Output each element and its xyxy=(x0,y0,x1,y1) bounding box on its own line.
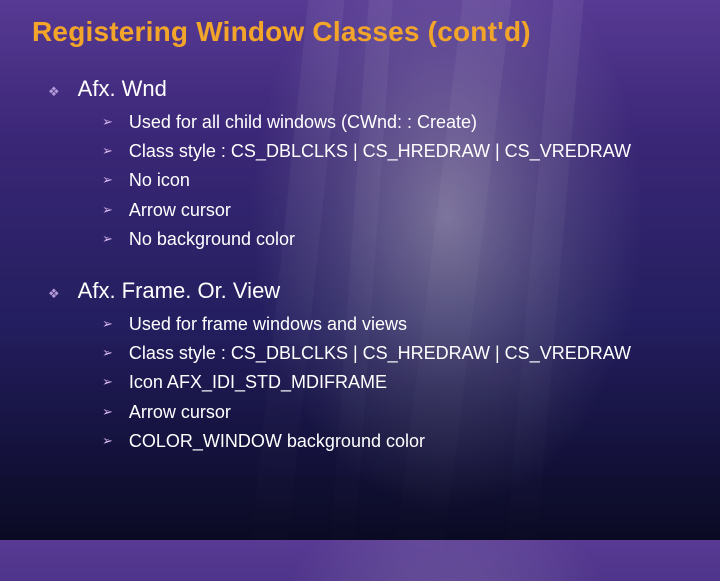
chevron-icon: ➢ xyxy=(102,203,113,216)
list-item-label: No icon xyxy=(129,168,190,193)
list-item: ➢ Class style : CS_DBLCLKS | CS_HREDRAW |… xyxy=(102,341,688,366)
list-item: ➢ No icon xyxy=(102,168,688,193)
list-item-label: Class style : CS_DBLCLKS | CS_HREDRAW | … xyxy=(129,139,631,164)
page-title: Registering Window Classes (cont'd) xyxy=(32,16,688,48)
section-title: Afx. Frame. Or. View xyxy=(78,278,281,304)
list-item: ➢ Used for all child windows (CWnd: : Cre… xyxy=(102,110,688,135)
list-item-label: Used for frame windows and views xyxy=(129,312,407,337)
list-item-label: COLOR_WINDOW background color xyxy=(129,429,425,454)
slide: Registering Window Classes (cont'd) ❖ Af… xyxy=(0,0,720,540)
chevron-icon: ➢ xyxy=(102,317,113,330)
section-afxframeorview: ❖ Afx. Frame. Or. View ➢ Used for frame w… xyxy=(32,278,688,454)
list-item-label: Arrow cursor xyxy=(129,198,231,223)
list-item-label: Class style : CS_DBLCLKS | CS_HREDRAW | … xyxy=(129,341,631,366)
list-item-label: Used for all child windows (CWnd: : Crea… xyxy=(129,110,477,135)
list-item: ➢ COLOR_WINDOW background color xyxy=(102,429,688,454)
sub-list: ➢ Used for all child windows (CWnd: : Cre… xyxy=(102,110,688,252)
section-afxwnd: ❖ Afx. Wnd ➢ Used for all child windows (… xyxy=(32,76,688,252)
list-item: ➢ Arrow cursor xyxy=(102,198,688,223)
chevron-icon: ➢ xyxy=(102,375,113,388)
list-item: ➢ Used for frame windows and views xyxy=(102,312,688,337)
chevron-icon: ➢ xyxy=(102,405,113,418)
list-item: ➢ Arrow cursor xyxy=(102,400,688,425)
section-title: Afx. Wnd xyxy=(78,76,167,102)
chevron-icon: ➢ xyxy=(102,232,113,245)
list-item: ➢ Class style : CS_DBLCLKS | CS_HREDRAW |… xyxy=(102,139,688,164)
chevron-icon: ➢ xyxy=(102,144,113,157)
list-item-label: Icon AFX_IDI_STD_MDIFRAME xyxy=(129,370,387,395)
list-item-label: Arrow cursor xyxy=(129,400,231,425)
diamond-bullet-icon: ❖ xyxy=(48,85,60,98)
section-head: ❖ Afx. Wnd xyxy=(48,76,688,102)
chevron-icon: ➢ xyxy=(102,346,113,359)
list-item: ➢ No background color xyxy=(102,227,688,252)
list-item-label: No background color xyxy=(129,227,295,252)
diamond-bullet-icon: ❖ xyxy=(48,287,60,300)
sub-list: ➢ Used for frame windows and views ➢ Class… xyxy=(102,312,688,454)
chevron-icon: ➢ xyxy=(102,115,113,128)
chevron-icon: ➢ xyxy=(102,434,113,447)
section-head: ❖ Afx. Frame. Or. View xyxy=(48,278,688,304)
chevron-icon: ➢ xyxy=(102,173,113,186)
list-item: ➢ Icon AFX_IDI_STD_MDIFRAME xyxy=(102,370,688,395)
